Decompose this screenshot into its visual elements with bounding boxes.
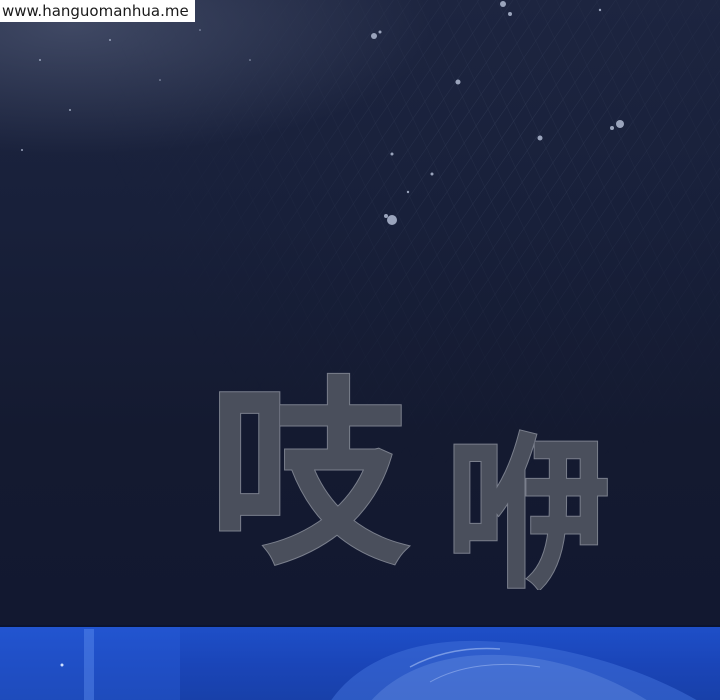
sfx-char-1: 吱 xyxy=(208,360,410,590)
next-panel-art xyxy=(0,627,697,700)
sound-effect: 吱 咿 xyxy=(207,359,611,590)
comic-page: www.hanguomanhua.me 吱 咿 xyxy=(0,0,720,700)
watermark: www.hanguomanhua.me xyxy=(0,0,195,22)
next-panel xyxy=(0,625,720,700)
sfx-char-2: 咿 xyxy=(445,419,610,590)
